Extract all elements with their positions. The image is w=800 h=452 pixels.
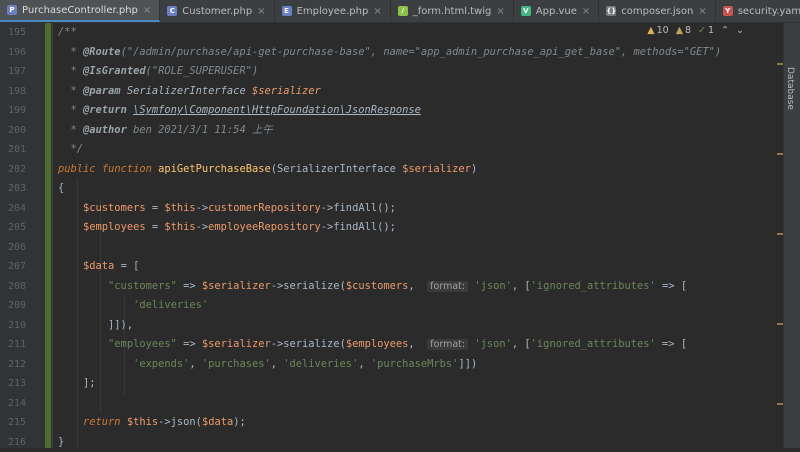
twig-file-icon: /	[398, 6, 408, 16]
code-line-202: public function apiGetPurchaseBase(Seria…	[58, 160, 477, 180]
line-number: 207	[0, 257, 26, 277]
php-file-icon: C	[167, 6, 177, 16]
code-line-204: $customers = $this->customerRepository->…	[58, 199, 396, 219]
database-tool-button[interactable]: Database	[785, 67, 795, 110]
code-line-210: ]]),	[58, 316, 133, 336]
code-line-198: * @param SerializerInterface $serializer	[58, 82, 321, 102]
parameter-hint: format:	[427, 281, 468, 292]
parameter-hint: format:	[427, 339, 468, 350]
line-number: 196	[0, 43, 26, 63]
line-number: 202	[0, 160, 26, 180]
inspection-widget[interactable]: ▲10 ▲8 ✓1 ⌃ ⌄	[647, 25, 744, 36]
code-area[interactable]: /** * @Route("/admin/purchase/api-get-pu…	[58, 23, 758, 448]
tab-label: App.vue	[536, 6, 577, 17]
line-number: 204	[0, 199, 26, 219]
close-icon[interactable]: ×	[373, 6, 381, 17]
tab-label: security.yaml	[738, 6, 800, 17]
tab--form-html-twig[interactable]: / _form.html.twig ×	[391, 0, 514, 22]
check-icon: ✓	[698, 25, 706, 36]
line-number: 206	[0, 238, 26, 258]
code-line-208: "customers" => $serializer->serialize($c…	[58, 277, 687, 297]
code-editor[interactable]: 1951961971981992002012022032042052062072…	[0, 23, 784, 448]
close-icon[interactable]: ×	[496, 6, 504, 17]
line-number: 212	[0, 355, 26, 375]
line-number: 197	[0, 62, 26, 82]
code-line-203: {	[58, 179, 64, 199]
code-line-215: return $this->json($data);	[58, 413, 246, 433]
code-line-201: */	[58, 140, 83, 160]
tab-app-vue[interactable]: V App.vue ×	[514, 0, 600, 22]
close-icon[interactable]: ×	[698, 6, 706, 17]
line-number: 195	[0, 23, 26, 43]
code-line-212: 'expends', 'purchases', 'deliveries', 'p…	[58, 355, 477, 375]
line-number: 214	[0, 394, 26, 414]
chevron-down-icon[interactable]: ⌄	[736, 25, 744, 36]
line-number: 208	[0, 277, 26, 297]
tab-label: _form.html.twig	[413, 6, 492, 17]
tab-label: composer.json	[621, 6, 693, 17]
code-line-200: * @author ben 2021/3/1 11:54 上午	[58, 121, 273, 141]
tab-label: PurchaseController.php	[22, 5, 138, 16]
code-line-199: * @return \Symfony\Component\HttpFoundat…	[58, 101, 421, 121]
close-icon[interactable]: ×	[257, 6, 265, 17]
tab-customer-php[interactable]: C Customer.php ×	[160, 0, 274, 22]
code-line-195: /**	[58, 23, 77, 43]
tab-security-yaml[interactable]: Ysecurity.yaml×	[716, 0, 800, 22]
weak-warning-icon: ▲	[676, 25, 683, 36]
warning-icon: ▲	[647, 25, 654, 36]
change-marker	[45, 23, 51, 448]
code-line-209: 'deliveries'	[58, 296, 208, 316]
typo-count[interactable]: ✓1	[698, 25, 714, 36]
chevron-up-icon[interactable]: ⌃	[721, 25, 729, 36]
line-number-gutter: 1951961971981992002012022032042052062072…	[0, 23, 53, 448]
line-number: 200	[0, 121, 26, 141]
tab-label: Customer.php	[182, 6, 252, 17]
code-line-205: $employees = $this->employeeRepository->…	[58, 218, 396, 238]
code-line-207: $data = [	[58, 257, 139, 277]
editor-tabbar: P PurchaseController.php × C Customer.php × EE…	[0, 0, 800, 23]
tab-purchasecontroller-php[interactable]: P PurchaseController.php ×	[0, 0, 160, 22]
json-file-icon: {}	[606, 6, 616, 16]
code-line-211: "employees" => $serializer->serialize($e…	[58, 335, 687, 355]
tab-composer-json[interactable]: {} composer.json ×	[599, 0, 715, 22]
tab-employee-php[interactable]: E Employee.php ×	[275, 0, 391, 22]
line-number: 201	[0, 140, 26, 160]
code-line-216: }	[58, 433, 64, 452]
close-icon[interactable]: ×	[143, 5, 151, 16]
line-number: 199	[0, 101, 26, 121]
line-number: 213	[0, 374, 26, 394]
line-number: 205	[0, 218, 26, 238]
line-number: 215	[0, 413, 26, 433]
line-number: 210	[0, 316, 26, 336]
yaml-file-icon: Y	[723, 6, 733, 16]
right-tool-strip: Database	[783, 23, 800, 448]
warning-count[interactable]: ▲10	[647, 25, 668, 36]
close-icon[interactable]: ×	[582, 6, 590, 17]
line-number: 216	[0, 433, 26, 452]
tab-label: Employee.php	[297, 6, 369, 17]
php-file-icon: P	[7, 5, 17, 15]
php-file-icon: E	[282, 6, 292, 16]
vue-file-icon: V	[521, 6, 531, 16]
line-number: 203	[0, 179, 26, 199]
code-line-196: * @Route("/admin/purchase/api-get-purcha…	[58, 43, 721, 63]
code-line-197: * @IsGranted("ROLE_SUPERUSER")	[58, 62, 258, 82]
line-number: 209	[0, 296, 26, 316]
line-number: 198	[0, 82, 26, 102]
code-line-213: ];	[58, 374, 96, 394]
line-number: 211	[0, 335, 26, 355]
weak-warning-count[interactable]: ▲8	[676, 25, 691, 36]
